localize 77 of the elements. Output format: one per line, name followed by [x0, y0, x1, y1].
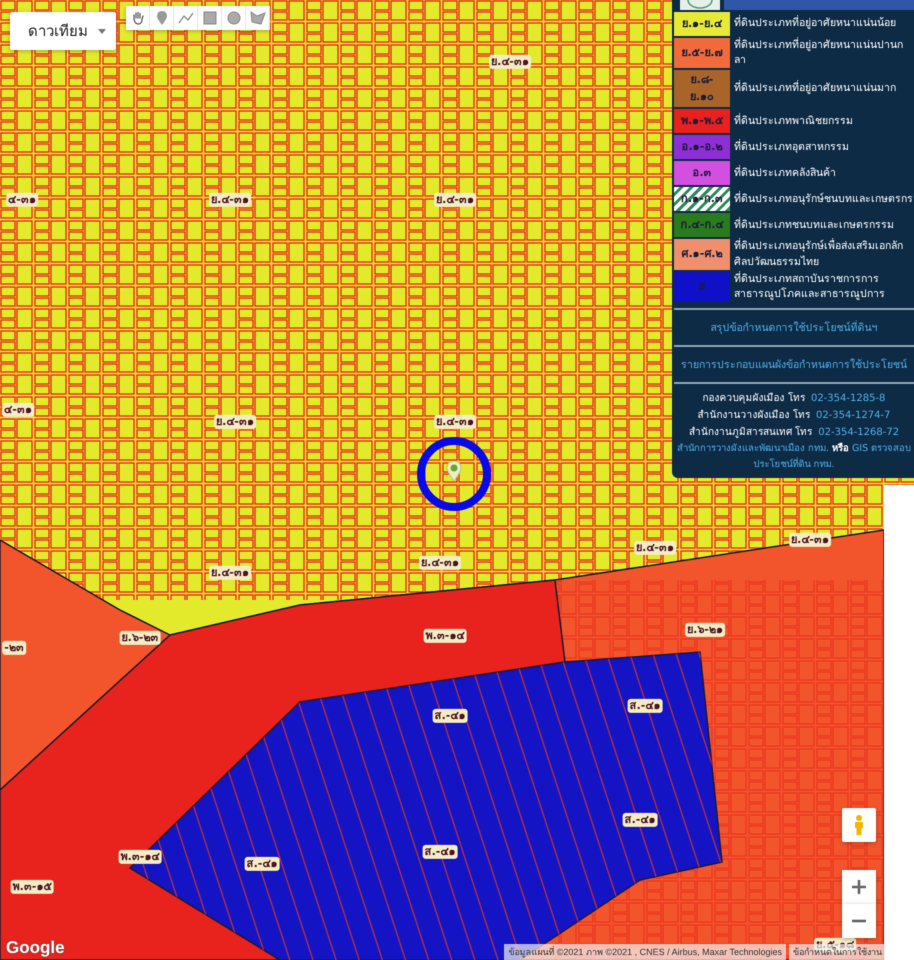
- source-link[interactable]: สำนักการวางผังและพัฒนาเมือง กทม.: [676, 443, 829, 454]
- polygon-tool-button[interactable]: [246, 6, 270, 30]
- map-type-dropdown[interactable]: ดาวเทียม: [10, 12, 116, 50]
- pin-icon: [156, 10, 168, 26]
- legend-description: ที่ดินประเภทที่อยู่อาศัยหนาแน่นมาก: [734, 81, 896, 96]
- legend-swatch: อ.๓: [674, 161, 730, 186]
- zone-label: ๔-๓๑: [6, 192, 38, 208]
- legend-description: ที่ดินประเภทพาณิชยกรรม: [734, 114, 853, 129]
- minus-icon: [851, 919, 867, 923]
- polyline-icon: [178, 12, 194, 24]
- zone-label: พ.๓-๑๔: [118, 850, 162, 864]
- zone-label: ๔-๓๑: [2, 402, 34, 418]
- zone-label: ย.๖-๒๓: [120, 630, 160, 646]
- legend-swatch: ย.๑-ย.๔: [674, 12, 730, 36]
- legend-description: ที่ดินประเภทอุตสาหกรรม: [734, 140, 849, 155]
- zone-label: พ.๓-๑๔: [424, 628, 466, 644]
- google-logo: Google: [6, 938, 65, 958]
- legend-swatch: ย.๕-ย.๗: [674, 38, 730, 68]
- map-pin-icon: [446, 460, 462, 482]
- zone-label: ย.๖-๒๑: [685, 622, 725, 638]
- hand-tool-button[interactable]: [126, 6, 150, 30]
- rectangle-tool-button[interactable]: [198, 6, 222, 30]
- zoom-out-button[interactable]: [842, 904, 876, 938]
- zone-label: ย.๔-๓๑: [419, 556, 461, 570]
- office-name: สำนักงานวางผังเมือง โทร: [698, 410, 810, 422]
- legend-description: ที่ดินประเภทอนุรักษ์ชนบทและเกษตรกร: [734, 192, 913, 207]
- marker-tool-button[interactable]: [150, 6, 174, 30]
- legend-description: ที่ดินประเภทที่อยู่อาศัยหนาแน่นปานกลา: [734, 38, 904, 68]
- circle-tool-button[interactable]: [222, 6, 246, 30]
- line-tool-button[interactable]: [174, 6, 198, 30]
- zone-label: ย.๔-๓๑: [434, 414, 476, 430]
- map-attribution: ข้อมูลแผนที่ ©2021 ภาพ ©2021 , CNES / Airbus, Maxar Technologies: [504, 944, 786, 960]
- legend-description: ที่ดินประเภทสถาบันราชการการ สาธารณูปโภคและสาธารณูปการ: [734, 272, 886, 302]
- polygon-icon: [250, 11, 266, 25]
- zone-label: ย.๔-๓๑: [434, 192, 476, 208]
- legend-description: ที่ดินประเภทที่อยู่อาศัยหนาแน่นน้อย: [734, 16, 896, 32]
- source-note: สำนักการวางผังและพัฒนาเมือง กทม. หรือ GIS ตรวจสอบ ประโยชน์ที่ดิน กทม.: [676, 442, 912, 472]
- office-name: สำนักงานภูมิสารสนเทศ โทร: [688, 427, 812, 438]
- zone-label: ส.-๔๑: [622, 812, 658, 828]
- legend-description: ที่ดินประเภทชนบทและเกษตรกรรม: [734, 218, 894, 233]
- zone-label: พ.๓-๑๕: [10, 880, 54, 894]
- zone-label: ส.-๔๑: [422, 844, 458, 860]
- plus-icon: [851, 879, 867, 895]
- legend-link[interactable]: สรุปข้อกำหนดการใช้ประโยชน์ที่ดินฯ: [674, 316, 914, 340]
- source-link[interactable]: ประโยชน์ที่ดิน กทม.: [753, 458, 835, 470]
- legend-swatch: อ.๑-อ.๒: [674, 135, 730, 160]
- phone-link[interactable]: 02-354-1268-72: [818, 427, 900, 438]
- legend-swatch: ศ.๑-ศ.๒: [674, 239, 730, 270]
- zone-label: ส.-๔๑: [432, 708, 468, 724]
- zone-label: ย.๔-๓๑: [489, 54, 531, 70]
- phone-link[interactable]: 02-354-1285-8: [810, 393, 886, 404]
- zone-label: ย.๔-๓๑: [209, 192, 251, 208]
- hand-icon: [130, 11, 144, 25]
- legend-description: ที่ดินประเภทอนุรักษ์เพื่อส่งเสริมเอกลัก ศิลปวัฒนธรรมไทย: [734, 239, 904, 270]
- zone-label: ย.๔-๓๑: [214, 414, 256, 430]
- street-view-button[interactable]: [842, 808, 876, 842]
- zone-label: ย.๔-๓๑: [634, 540, 676, 556]
- legend-link[interactable]: รายการประกอบแผนผังข้อกำหนดการใช้ประโยชน์: [674, 353, 914, 376]
- source-link[interactable]: GIS ตรวจสอบ: [852, 443, 912, 454]
- zoom-in-button[interactable]: [842, 870, 876, 904]
- caret-icon: [98, 28, 106, 34]
- circle-icon: [226, 11, 240, 25]
- office-name: กองควบคุมผังเมือง โทร: [702, 393, 805, 404]
- zone-label: ย.๔-๓๑: [789, 532, 831, 548]
- square-icon: [202, 11, 216, 25]
- phone-link[interactable]: 02-354-1274-7: [816, 410, 890, 422]
- legend-swatch: ส: [674, 272, 730, 302]
- emblem-icon: [680, 0, 720, 10]
- zone-label: -๒๓: [2, 640, 26, 656]
- legend-swatch: ก.๔-ก.๔: [674, 213, 730, 238]
- legend-swatch: ย.๘-ย.๑๐: [674, 70, 730, 108]
- zone-label: ส.-๔๑: [628, 698, 662, 714]
- legend-description: ที่ดินประเภทคลังสินค้า: [734, 166, 836, 181]
- zone-label: ส.-๔๑: [244, 856, 280, 872]
- pegman-icon: [853, 814, 865, 836]
- zone-label: ย.๔-๓๑: [209, 566, 251, 580]
- legend-swatch: พ.๑-พ.๕: [674, 109, 730, 134]
